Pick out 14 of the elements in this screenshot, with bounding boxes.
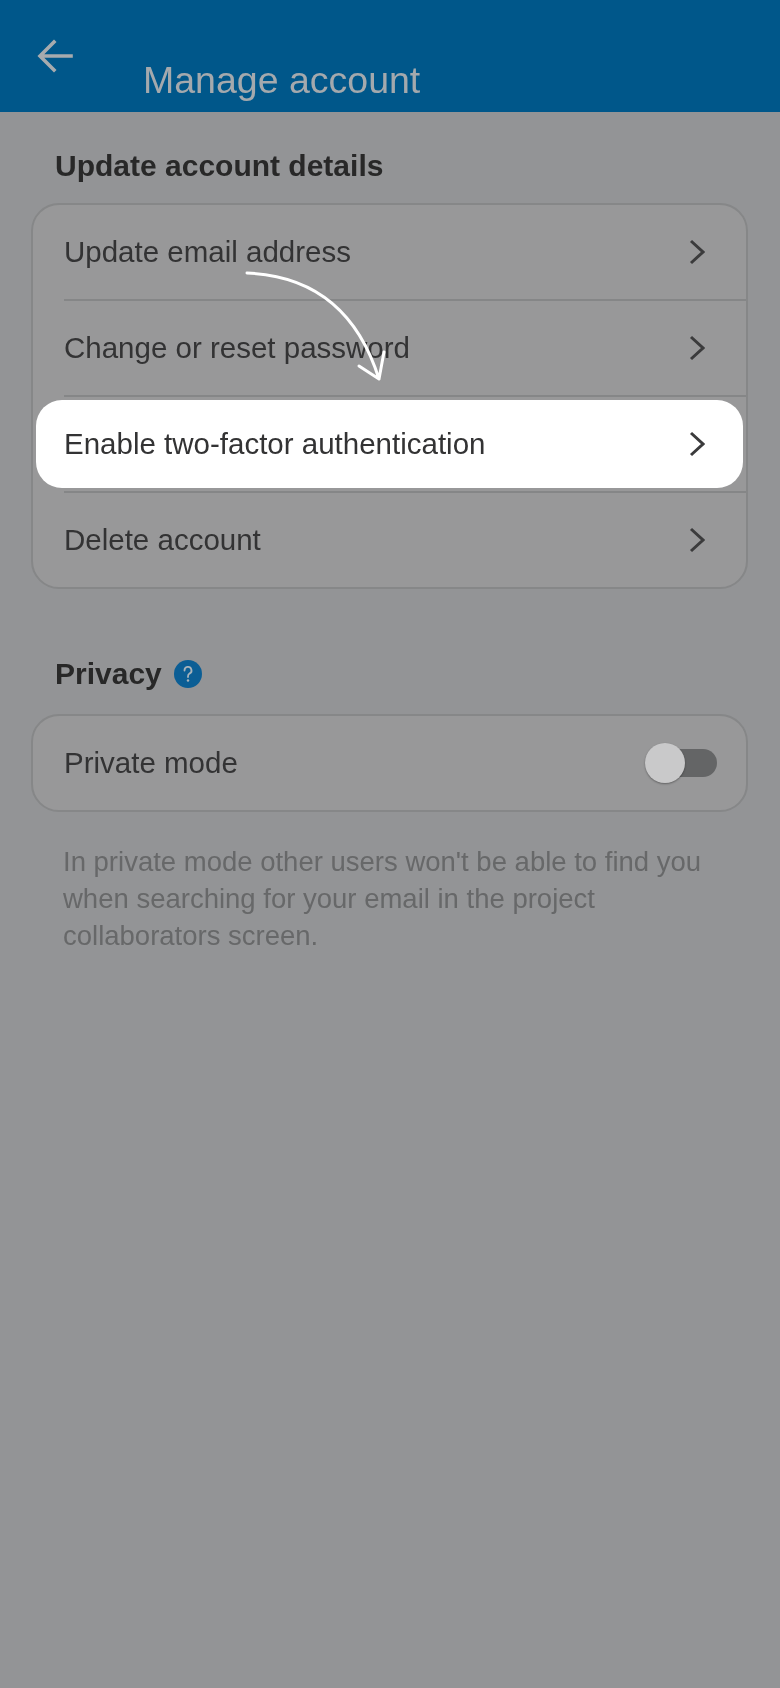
chevron-right-icon	[689, 527, 705, 553]
chevron-right-icon	[689, 239, 705, 265]
menu-item[interactable]: Enable two-factor authentication	[36, 400, 743, 488]
toggle-label: Private mode	[64, 746, 238, 780]
help-icon[interactable]	[173, 660, 202, 688]
chevron-right-icon	[689, 431, 705, 457]
section-heading: Update account details	[55, 148, 384, 184]
screen-title: Manage account	[143, 58, 421, 102]
section-heading: Privacy	[55, 656, 162, 692]
toggle-switch[interactable]	[645, 743, 717, 783]
menu-item[interactable]: Delete account	[33, 493, 746, 587]
menu-item[interactable]: Update email address	[33, 205, 746, 299]
back-arrow-icon[interactable]	[37, 39, 73, 73]
chevron-right-icon	[689, 335, 705, 361]
